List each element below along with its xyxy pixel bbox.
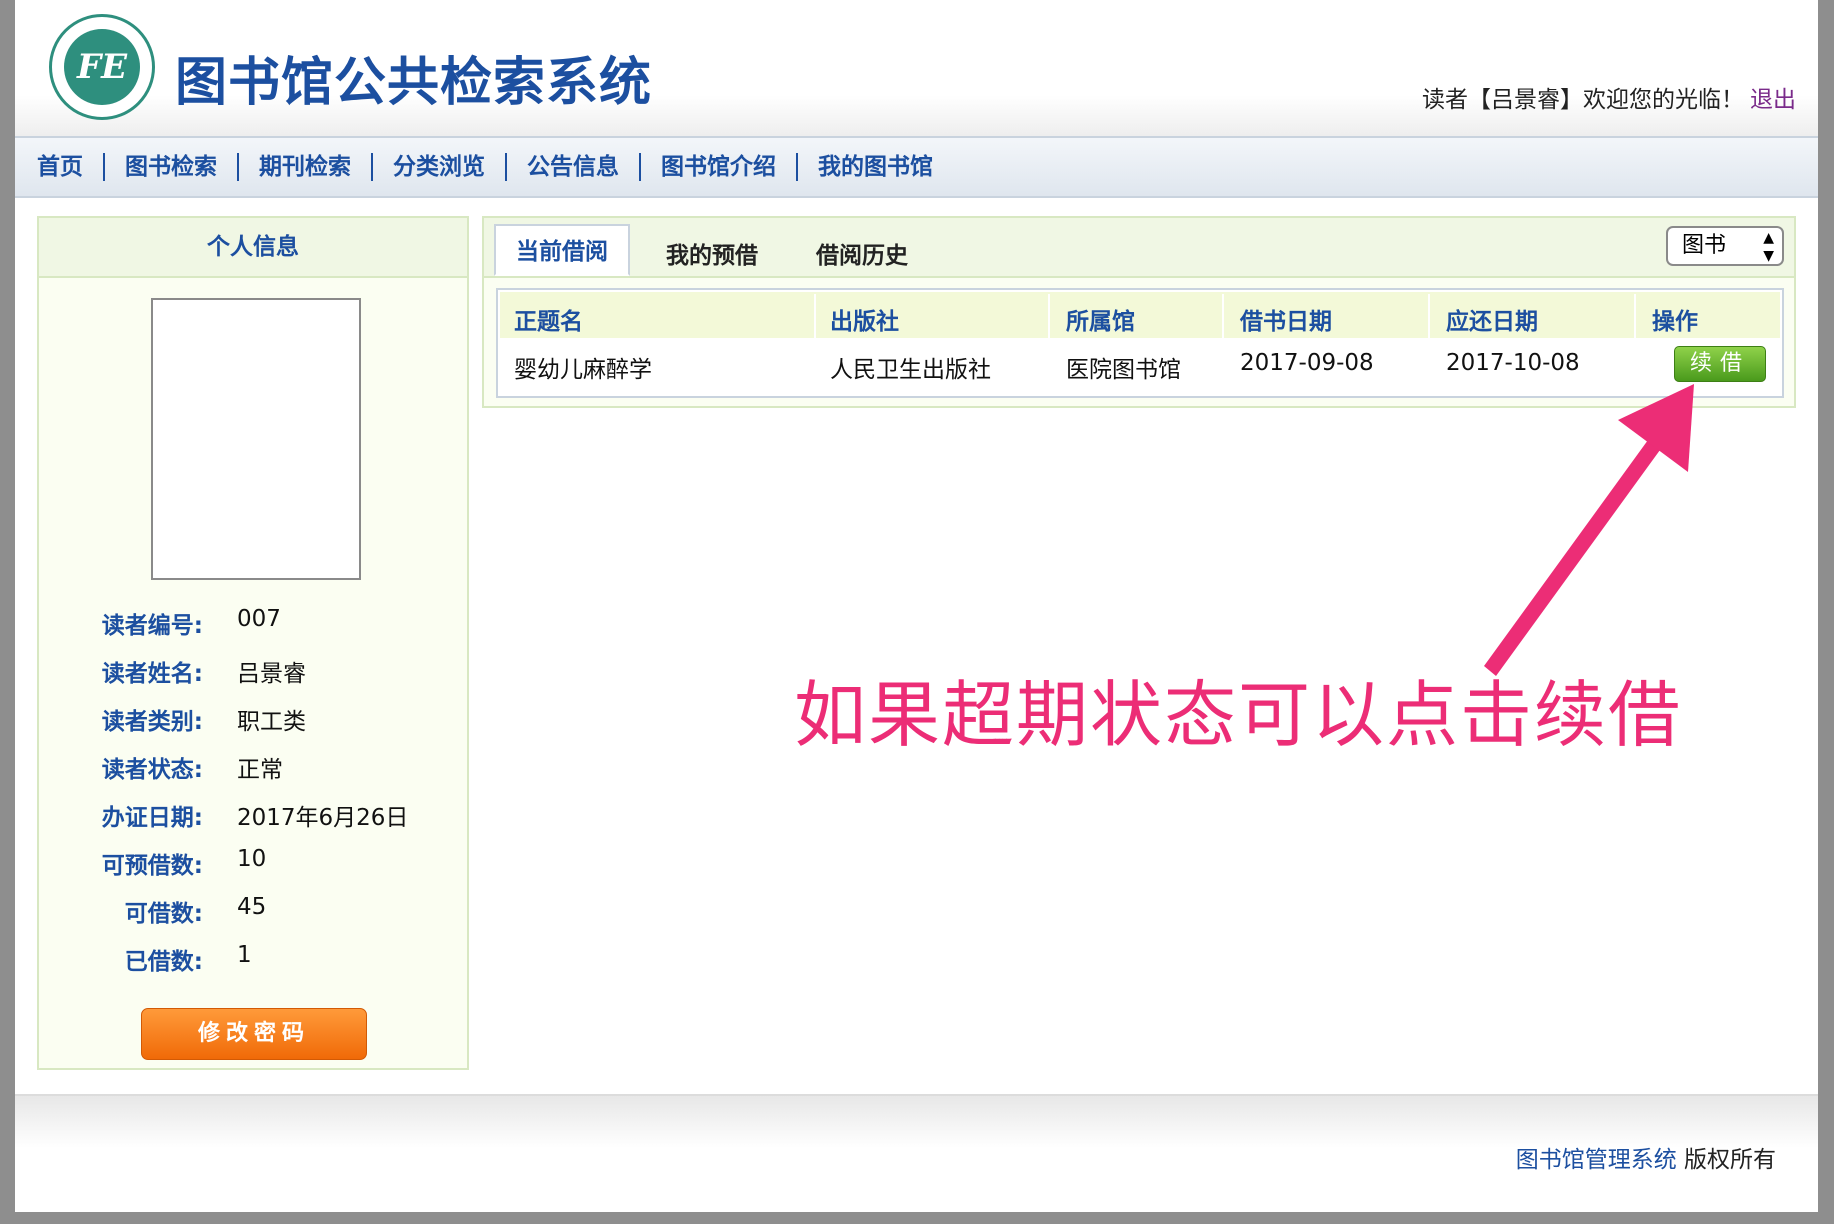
- profile-panel: 个人信息 读者编号: 007 读者姓名: 吕景睿 读者类别: 职工类 读者状态:…: [37, 216, 469, 1070]
- column-header-borrow-date: 借书日期: [1240, 309, 1332, 335]
- cell-due-date: 2017-10-08: [1446, 350, 1580, 376]
- select-arrows-icon: ▲ ▼: [1763, 230, 1774, 264]
- info-row-issue-date: 办证日期: 2017年6月26日: [39, 798, 471, 834]
- column-header-library: 所属馆: [1066, 309, 1135, 335]
- nav-item-category-browse[interactable]: 分类浏览: [373, 153, 507, 181]
- table-header-row: 正题名 出版社 所属馆 借书日期 应还日期 操作: [500, 292, 1780, 338]
- page: FE 图书馆公共检索系统 读者【吕景睿】欢迎您的光临！ 退出 首页 图书检索 期刊…: [15, 0, 1818, 1212]
- column-divider: [1428, 294, 1430, 338]
- renew-button[interactable]: 续借: [1674, 346, 1766, 382]
- info-value: 职工类: [237, 709, 306, 735]
- logout-link[interactable]: 退出: [1750, 87, 1796, 113]
- info-value: 007: [237, 606, 281, 632]
- footer-system-name: 图书馆管理系统: [1515, 1147, 1677, 1173]
- header: FE 图书馆公共检索系统 读者【吕景睿】欢迎您的光临！ 退出: [15, 0, 1818, 136]
- footer-copyright: 图书馆管理系统 版权所有: [1516, 1140, 1776, 1174]
- annotation-text: 如果超期状态可以点击续借: [794, 673, 1683, 757]
- info-value: 正常: [237, 757, 283, 783]
- info-row-reader-status: 读者状态: 正常: [39, 750, 471, 786]
- info-label: 已借数:: [124, 949, 203, 975]
- info-value: 45: [237, 894, 267, 920]
- loans-tab-bar: 当前借阅 我的预借 借阅历史 图书 ▲ ▼: [484, 218, 1794, 278]
- column-header-due-date: 应还日期: [1446, 309, 1538, 335]
- welcome-text: 读者【吕景睿】欢迎您的光临！: [1422, 87, 1744, 113]
- nav-item-my-library[interactable]: 我的图书馆: [798, 153, 953, 181]
- column-divider: [1634, 294, 1636, 338]
- info-label: 读者编号:: [101, 613, 203, 639]
- site-title: 图书馆公共检索系统: [175, 53, 653, 113]
- column-header-title: 正题名: [514, 309, 583, 335]
- info-label: 可预借数:: [101, 853, 203, 879]
- column-divider: [1222, 294, 1224, 338]
- reader-photo: [151, 298, 361, 580]
- info-value: 2017年6月26日: [237, 805, 409, 831]
- info-label: 办证日期:: [101, 805, 203, 831]
- column-divider: [814, 294, 816, 338]
- info-label: 读者姓名:: [101, 661, 203, 687]
- cell-borrow-date: 2017-09-08: [1240, 350, 1374, 376]
- info-row-reservable: 可预借数: 10: [39, 846, 471, 882]
- info-row-reader-name: 读者姓名: 吕景睿: [39, 654, 471, 690]
- cell-publisher: 人民卫生出版社: [830, 357, 991, 383]
- info-value: 10: [237, 846, 267, 872]
- footer: 图书馆管理系统 版权所有: [15, 1094, 1818, 1212]
- nav-item-book-search[interactable]: 图书检索: [105, 153, 239, 181]
- material-type-value: 图书: [1682, 233, 1727, 258]
- tab-current-loans[interactable]: 当前借阅: [494, 224, 630, 276]
- info-row-reader-type: 读者类别: 职工类: [39, 702, 471, 738]
- cell-title: 婴幼儿麻醉学: [514, 357, 652, 383]
- info-value: 1: [237, 942, 252, 968]
- info-row-borrowable: 可借数: 45: [39, 894, 471, 930]
- column-divider: [1048, 294, 1050, 338]
- info-label: 读者状态:: [101, 757, 203, 783]
- main-nav: 首页 图书检索 期刊检索 分类浏览 公告信息 图书馆介绍 我的图书馆: [15, 136, 1818, 198]
- loans-panel: 当前借阅 我的预借 借阅历史 图书 ▲ ▼ 正题名 出版社 所属馆 借书日期 应还…: [482, 216, 1796, 408]
- nav-item-journal-search[interactable]: 期刊检索: [239, 153, 373, 181]
- material-type-select[interactable]: 图书 ▲ ▼: [1666, 226, 1784, 266]
- welcome-message: 读者【吕景睿】欢迎您的光临！ 退出: [1422, 80, 1796, 114]
- loans-table: 正题名 出版社 所属馆 借书日期 应还日期 操作 婴幼儿麻醉学 人民卫生出版社 …: [496, 288, 1784, 398]
- info-value: 吕景睿: [237, 661, 306, 687]
- nav-item-announcements[interactable]: 公告信息: [507, 153, 641, 181]
- nav-item-library-intro[interactable]: 图书馆介绍: [641, 153, 798, 181]
- logo-mark: FE: [64, 29, 140, 105]
- change-password-button[interactable]: 修改密码: [141, 1008, 367, 1060]
- tab-my-reservations[interactable]: 我的预借: [666, 236, 758, 270]
- info-label: 可借数:: [124, 901, 203, 927]
- profile-heading: 个人信息: [39, 218, 467, 278]
- info-row-borrowed: 已借数: 1: [39, 942, 471, 978]
- info-label: 读者类别:: [101, 709, 203, 735]
- tab-loan-history[interactable]: 借阅历史: [816, 236, 908, 270]
- nav-item-home[interactable]: 首页: [15, 153, 105, 181]
- footer-rights: 版权所有: [1684, 1147, 1776, 1173]
- info-row-reader-id: 读者编号: 007: [39, 606, 471, 642]
- column-header-action: 操作: [1652, 309, 1698, 335]
- library-logo: FE: [49, 14, 155, 120]
- column-header-publisher: 出版社: [830, 309, 899, 335]
- cell-library: 医院图书馆: [1066, 357, 1181, 383]
